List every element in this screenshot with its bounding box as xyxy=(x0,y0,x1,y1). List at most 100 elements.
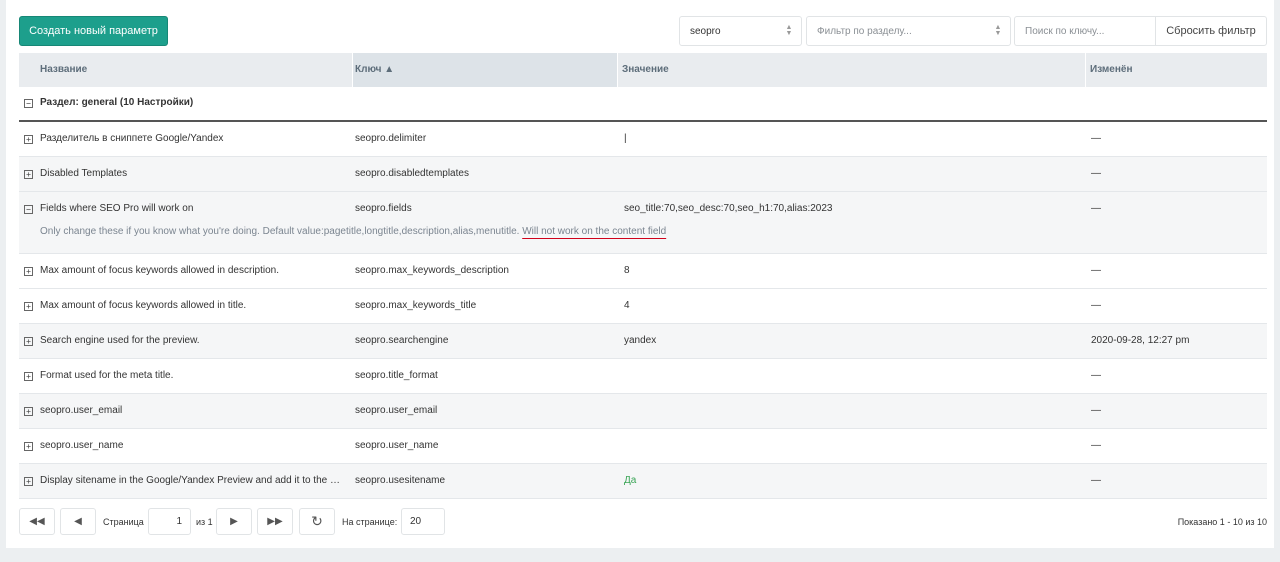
expand-icon[interactable]: + xyxy=(24,442,33,451)
table-row-expanded[interactable]: − Fields where SEO Pro will work on seop… xyxy=(19,192,1267,254)
refresh-icon: ↻ xyxy=(311,513,323,529)
page-label: Страница xyxy=(103,517,144,527)
table-row[interactable]: + seopro.user_email seopro.user_email — xyxy=(19,394,1267,429)
expand-icon[interactable]: + xyxy=(24,302,33,311)
grid-header: Название Ключ ▲ Значение Изменён xyxy=(19,53,1267,87)
setting-modified: — xyxy=(1091,300,1101,311)
area-filter-placeholder: Фильтр по разделу... xyxy=(817,25,912,37)
setting-value[interactable]: Да xyxy=(624,475,1084,486)
column-divider xyxy=(617,53,618,87)
select-arrows-icon: ▲ ▼ xyxy=(785,24,793,37)
pagination-info: Показано 1 - 10 из 10 xyxy=(1177,517,1267,527)
setting-modified: 2020-09-28, 12:27 pm xyxy=(1091,335,1190,346)
setting-modified: — xyxy=(1091,440,1101,451)
setting-key: seopro.usesitename xyxy=(355,475,446,486)
column-header-modified[interactable]: Изменён xyxy=(1090,53,1260,87)
expand-icon[interactable]: + xyxy=(24,477,33,486)
settings-panel: Создать новый параметр seopro ▲ ▼ Фильтр … xyxy=(6,0,1274,548)
setting-value[interactable]: | xyxy=(624,133,1084,144)
next-page-icon: ▶ xyxy=(230,516,238,527)
page-number-value: 1 xyxy=(176,516,182,527)
per-page-label: На странице: xyxy=(342,517,398,527)
setting-key: seopro.delimiter xyxy=(355,133,427,144)
collapse-icon[interactable]: − xyxy=(24,205,33,214)
table-row[interactable]: + Format used for the meta title. seopro… xyxy=(19,359,1267,394)
setting-description: Only change these if you know what you'r… xyxy=(40,226,666,237)
setting-name: Search engine used for the preview. xyxy=(40,335,200,346)
table-row[interactable]: + Disabled Templates seopro.disabledtemp… xyxy=(19,157,1267,192)
setting-modified: — xyxy=(1091,475,1101,486)
setting-name: Max amount of focus keywords allowed in … xyxy=(40,265,280,276)
group-label: Раздел: general (10 Настройки) xyxy=(40,97,194,108)
column-divider xyxy=(352,53,353,87)
refresh-button[interactable]: ↻ xyxy=(299,508,335,535)
setting-name: seopro.user_name xyxy=(40,440,124,451)
setting-key: seopro.user_email xyxy=(355,405,438,416)
setting-name: Fields where SEO Pro will work on xyxy=(40,203,194,214)
prev-page-icon: ◀ xyxy=(74,516,82,527)
table-row[interactable]: + seopro.user_name seopro.user_name — xyxy=(19,429,1267,464)
setting-key: seopro.disabledtemplates xyxy=(355,168,469,179)
table-row[interactable]: + Разделитель в сниппете Google/Yandex s… xyxy=(19,122,1267,157)
expand-icon[interactable]: + xyxy=(24,372,33,381)
create-setting-button[interactable]: Создать новый параметр xyxy=(19,16,168,46)
next-page-button[interactable]: ▶ xyxy=(216,508,252,535)
key-search-input[interactable] xyxy=(1014,16,1156,46)
collapse-icon[interactable]: − xyxy=(24,99,33,108)
reset-filter-button[interactable]: Сбросить фильтр xyxy=(1155,16,1267,46)
pagination-toolbar: ◀◀ ◀ Страница 1 из 1 ▶ ▶▶ ↻ На странице:… xyxy=(19,508,1267,536)
last-page-button[interactable]: ▶▶ xyxy=(257,508,293,535)
table-row[interactable]: + Max amount of focus keywords allowed i… xyxy=(19,289,1267,324)
column-divider xyxy=(1085,53,1086,87)
column-header-key[interactable]: Ключ ▲ xyxy=(353,53,617,87)
group-row-general[interactable]: − Раздел: general (10 Настройки) xyxy=(19,87,1267,122)
column-header-value[interactable]: Значение xyxy=(622,53,1082,87)
table-row[interactable]: + Max amount of focus keywords allowed i… xyxy=(19,254,1267,289)
setting-modified: — xyxy=(1091,265,1101,276)
column-header-name[interactable]: Название xyxy=(19,53,353,87)
setting-description-text: Only change these if you know what you'r… xyxy=(40,226,520,237)
per-page-value: 20 xyxy=(410,516,422,527)
table-row[interactable]: + Search engine used for the preview. se… xyxy=(19,324,1267,359)
setting-modified: — xyxy=(1091,168,1101,179)
last-page-icon: ▶▶ xyxy=(267,516,283,527)
setting-name: seopro.user_email xyxy=(40,405,123,416)
table-row[interactable]: + Display sitename in the Google/Yandex … xyxy=(19,464,1267,499)
setting-name: Disabled Templates xyxy=(40,168,128,179)
area-filter-select[interactable]: Фильтр по разделу... ▲ ▼ xyxy=(806,16,1011,46)
namespace-select-value: seopro xyxy=(690,25,721,37)
setting-name: Разделитель в сниппете Google/Yandex xyxy=(40,133,224,144)
setting-key: seopro.max_keywords_description xyxy=(355,265,509,276)
setting-modified: — xyxy=(1091,203,1101,214)
setting-name: Max amount of focus keywords allowed in … xyxy=(40,300,247,311)
setting-name: Format used for the meta title. xyxy=(40,370,174,381)
page-total-label: из 1 xyxy=(196,517,213,527)
setting-key: seopro.fields xyxy=(355,203,412,214)
first-page-button[interactable]: ◀◀ xyxy=(19,508,55,535)
expand-icon[interactable]: + xyxy=(24,407,33,416)
setting-modified: — xyxy=(1091,405,1101,416)
setting-key: seopro.searchengine xyxy=(355,335,449,346)
setting-modified: — xyxy=(1091,133,1101,144)
settings-grid: Название Ключ ▲ Значение Изменён − Разде… xyxy=(19,53,1267,499)
setting-name: Display sitename in the Google/Yandex Pr… xyxy=(40,475,340,486)
setting-modified: — xyxy=(1091,370,1101,381)
setting-key: seopro.max_keywords_title xyxy=(355,300,477,311)
namespace-select[interactable]: seopro ▲ ▼ xyxy=(679,16,802,46)
per-page-input[interactable]: 20 xyxy=(401,508,445,535)
setting-key: seopro.user_name xyxy=(355,440,439,451)
first-page-icon: ◀◀ xyxy=(29,516,45,527)
setting-value[interactable]: 8 xyxy=(624,265,1084,276)
page-number-input[interactable]: 1 xyxy=(148,508,191,535)
select-arrows-icon: ▲ ▼ xyxy=(994,24,1002,37)
prev-page-button[interactable]: ◀ xyxy=(60,508,96,535)
setting-value[interactable]: 4 xyxy=(624,300,1084,311)
setting-value[interactable]: yandex xyxy=(624,335,1084,346)
expand-icon[interactable]: + xyxy=(24,135,33,144)
expand-icon[interactable]: + xyxy=(24,267,33,276)
expand-icon[interactable]: + xyxy=(24,170,33,179)
setting-description-highlight: Will not work on the content field xyxy=(522,226,667,237)
setting-key: seopro.title_format xyxy=(355,370,438,381)
setting-value[interactable]: seo_title:70,seo_desc:70,seo_h1:70,alias… xyxy=(624,203,1084,214)
expand-icon[interactable]: + xyxy=(24,337,33,346)
